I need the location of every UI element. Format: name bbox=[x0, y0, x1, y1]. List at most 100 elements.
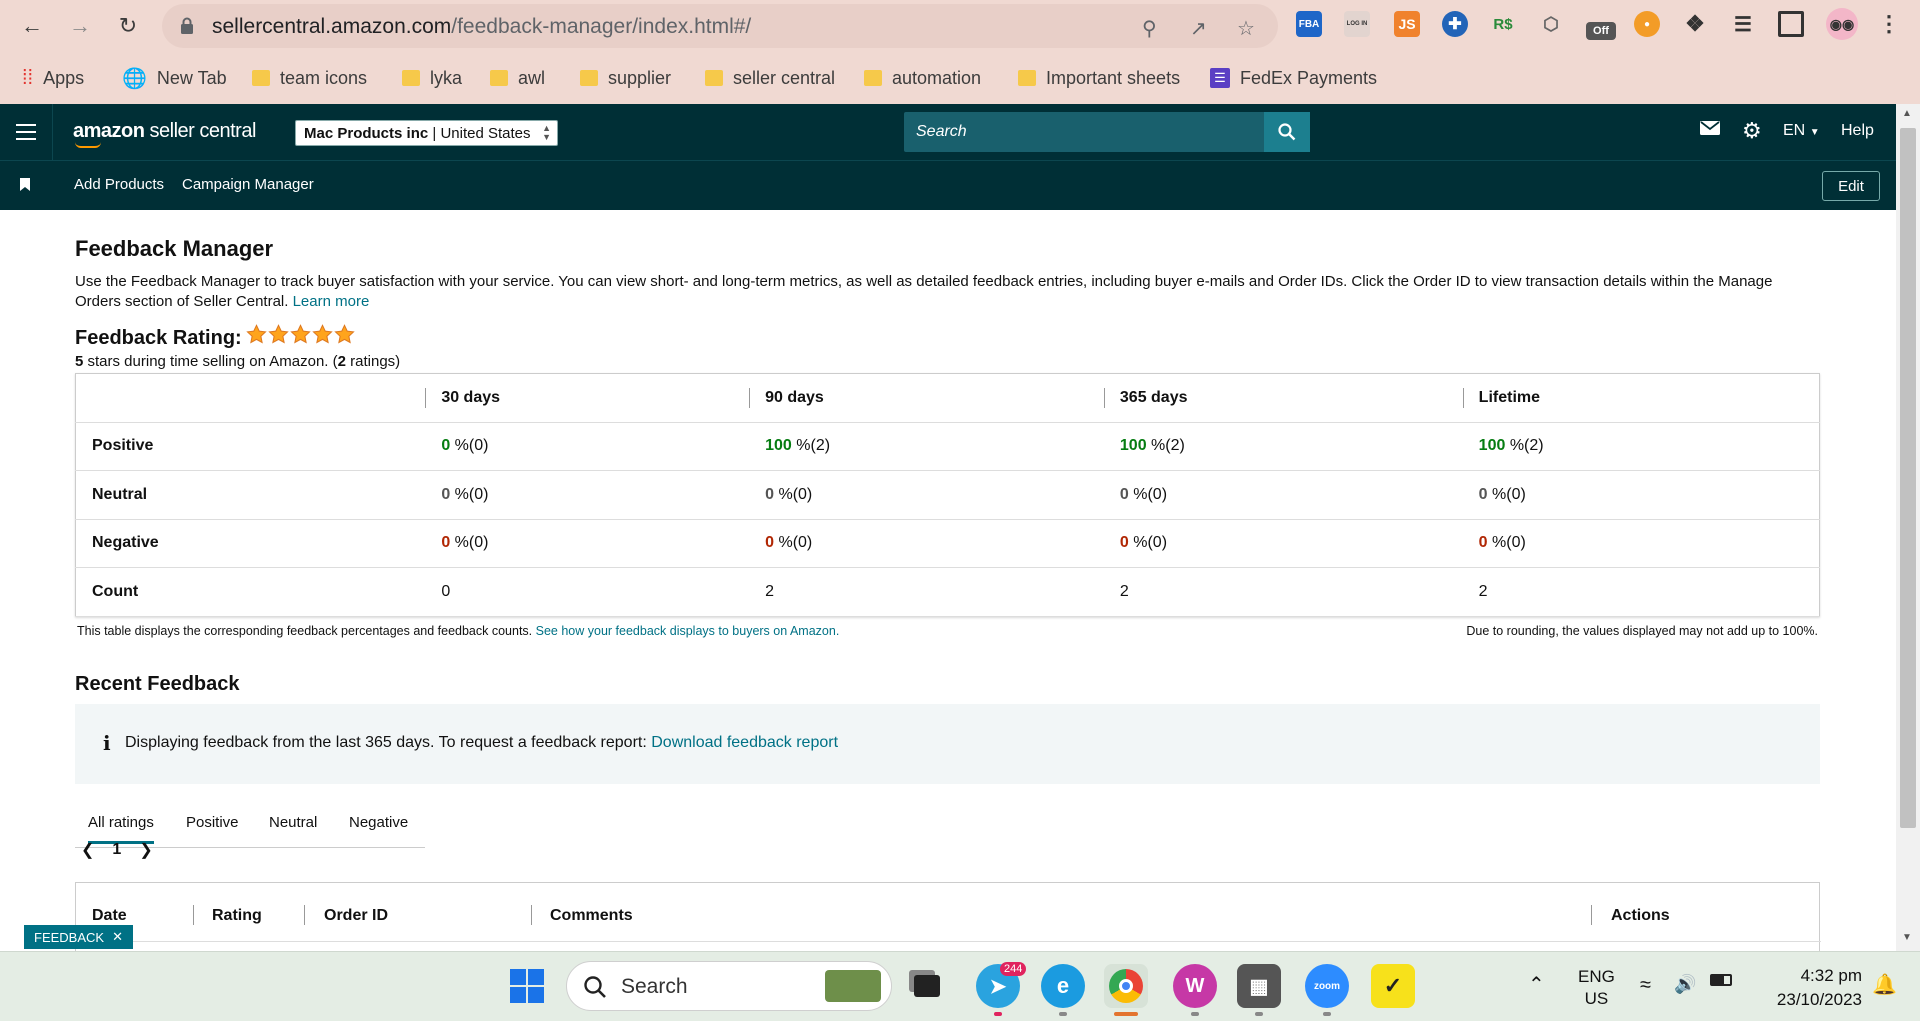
language-selector[interactable]: EN ▼ bbox=[1783, 122, 1820, 140]
off-extension-icon[interactable]: Off bbox=[1586, 22, 1616, 40]
language-indicator[interactable]: ENG US bbox=[1578, 966, 1615, 1010]
metric-cell: 0 %(0) bbox=[1103, 519, 1463, 568]
edge-browser-icon[interactable]: e bbox=[1041, 964, 1085, 1008]
wifi-icon[interactable]: ≈ bbox=[1640, 974, 1651, 997]
fba-extension-icon[interactable]: FBA bbox=[1296, 11, 1322, 37]
firefox-extension-icon[interactable]: ● bbox=[1634, 11, 1660, 37]
folder-icon bbox=[490, 70, 508, 86]
help-link[interactable]: Help bbox=[1841, 122, 1874, 140]
zoom-app-icon[interactable]: zoom bbox=[1305, 964, 1349, 1008]
tab-positive[interactable]: Positive bbox=[186, 814, 239, 831]
bookmark-automation[interactable]: automation bbox=[864, 66, 981, 90]
js-extension-icon[interactable]: JS bbox=[1394, 11, 1420, 37]
search-field[interactable]: Search bbox=[904, 112, 1310, 152]
calculator-icon[interactable]: ▦ bbox=[1237, 964, 1281, 1008]
account-switcher[interactable]: Mac Products inc | United States ▲ ▼ bbox=[295, 120, 558, 146]
url-text: sellercentral.amazon.com/feedback-manage… bbox=[212, 15, 751, 39]
edit-shortcuts-button[interactable]: Edit bbox=[1822, 171, 1880, 201]
extensions-puzzle-icon[interactable]: ❖ bbox=[1682, 11, 1708, 37]
cross-extension-icon[interactable]: ✚ bbox=[1442, 11, 1468, 37]
bookmark-star-icon[interactable]: ☆ bbox=[1237, 16, 1255, 41]
seller-central-header: amazon seller central Mac Products inc |… bbox=[0, 104, 1896, 160]
metric-value: %(0) bbox=[1487, 485, 1526, 503]
page-number[interactable]: 1 bbox=[112, 841, 121, 859]
bookmark-supplier[interactable]: supplier bbox=[580, 66, 671, 90]
share-icon[interactable]: ↗ bbox=[1190, 16, 1207, 41]
tray-expand-icon[interactable]: ⌃ bbox=[1528, 972, 1545, 997]
forward-arrow-icon[interactable]: → bbox=[64, 10, 96, 42]
lock-icon bbox=[181, 17, 193, 34]
metric-value: 2 bbox=[1478, 582, 1488, 600]
scroll-down-icon[interactable]: ▼ bbox=[1902, 932, 1912, 943]
column-actions[interactable]: Actions bbox=[1611, 907, 1670, 925]
browser-menu-icon[interactable]: ⋮ bbox=[1876, 11, 1902, 37]
tab-negative[interactable]: Negative bbox=[349, 814, 408, 831]
tab-neutral[interactable]: Neutral bbox=[269, 814, 317, 831]
column-comments[interactable]: Comments bbox=[550, 907, 633, 925]
rs-extension-icon[interactable]: R$ bbox=[1490, 11, 1516, 37]
search-button[interactable] bbox=[1264, 112, 1310, 152]
bookmark-new-tab[interactable]: 🌐 New Tab bbox=[122, 66, 227, 90]
shortcut-add-products[interactable]: Add Products bbox=[74, 176, 164, 193]
metric-cell: 0 %(0) bbox=[1103, 470, 1463, 520]
reading-list-icon[interactable]: ☰ bbox=[1730, 11, 1756, 37]
metric-cell: 100 %(2) bbox=[1462, 422, 1820, 471]
volume-icon[interactable]: 🔊 bbox=[1674, 974, 1696, 995]
login-extension-icon[interactable]: LOG IN bbox=[1344, 11, 1370, 37]
bookmark-seller-central[interactable]: seller central bbox=[705, 66, 835, 90]
apps-grid-icon: ⁞⁞ bbox=[22, 66, 34, 89]
page-scrollbar[interactable]: ▲ ▼ bbox=[1896, 104, 1920, 951]
metric-value: %(0) bbox=[1487, 534, 1526, 552]
bookmark-apps[interactable]: ⁞⁞ Apps bbox=[22, 66, 84, 90]
bookmark-team-icons[interactable]: team icons bbox=[252, 66, 367, 90]
task-view-icon[interactable] bbox=[905, 964, 949, 1008]
bookmark-important-sheets[interactable]: Important sheets bbox=[1018, 66, 1180, 90]
prev-page-icon[interactable]: ❮ bbox=[81, 840, 94, 860]
back-arrow-icon[interactable]: ← bbox=[16, 10, 48, 42]
metric-value: %(2) bbox=[1505, 437, 1544, 455]
address-bar[interactable]: sellercentral.amazon.com/feedback-manage… bbox=[162, 4, 1278, 48]
bookmark-ribbon-icon[interactable] bbox=[20, 178, 30, 196]
settings-gear-icon[interactable]: ⚙ bbox=[1742, 118, 1762, 144]
close-icon[interactable]: ✕ bbox=[112, 929, 123, 945]
column-rating[interactable]: Rating bbox=[212, 907, 262, 925]
zoom-icon[interactable]: ⚲ bbox=[1142, 16, 1157, 41]
sticky-notes-icon[interactable]: ✓ bbox=[1371, 964, 1415, 1008]
bookmark-fedex-payments[interactable]: ☰ FedEx Payments bbox=[1210, 66, 1377, 90]
bookmark-awl[interactable]: awl bbox=[490, 66, 545, 90]
folder-icon bbox=[1018, 70, 1036, 86]
scrollbar-thumb[interactable] bbox=[1900, 128, 1916, 828]
profile-avatar-icon[interactable]: ◉◉ bbox=[1826, 8, 1858, 40]
folder-icon bbox=[402, 70, 420, 86]
chrome-browser-icon[interactable] bbox=[1104, 964, 1148, 1008]
caret-down-icon: ▼ bbox=[1809, 127, 1820, 138]
feedback-display-link[interactable]: See how your feedback displays to buyers… bbox=[536, 624, 840, 638]
taskbar-search[interactable]: Search bbox=[566, 961, 892, 1011]
shortcut-campaign-manager[interactable]: Campaign Manager bbox=[182, 176, 314, 193]
side-panel-icon[interactable] bbox=[1778, 11, 1804, 37]
clock[interactable]: 4:32 pm 23/10/2023 bbox=[1752, 964, 1862, 1012]
feedback-tab-button[interactable]: FEEDBACK ✕ bbox=[24, 925, 133, 949]
feedback-metrics-table: 30 days 90 days 365 days Lifetime Positi… bbox=[75, 373, 1820, 617]
next-page-icon[interactable]: ❯ bbox=[139, 840, 152, 860]
wps-office-icon[interactable]: W bbox=[1173, 964, 1217, 1008]
learn-more-link[interactable]: Learn more bbox=[293, 293, 370, 310]
download-feedback-report-link[interactable]: Download feedback report bbox=[651, 734, 838, 751]
notification-bell-icon[interactable]: 🔔 bbox=[1872, 972, 1897, 997]
scroll-up-icon[interactable]: ▲ bbox=[1902, 108, 1912, 119]
info-icon: i bbox=[103, 731, 111, 755]
reload-icon[interactable]: ↻ bbox=[112, 10, 144, 42]
column-date[interactable]: Date bbox=[92, 907, 127, 925]
column-order-id[interactable]: Order ID bbox=[324, 907, 388, 925]
bookmark-lyka[interactable]: lyka bbox=[402, 66, 462, 90]
table-header-90-days: 90 days bbox=[749, 373, 1104, 423]
battery-icon[interactable] bbox=[1710, 974, 1732, 986]
taskbar-search-placeholder: Search bbox=[621, 975, 688, 998]
metric-percent: 0 bbox=[1119, 485, 1129, 503]
mail-icon[interactable] bbox=[1700, 120, 1720, 141]
windows-start-icon[interactable] bbox=[505, 964, 549, 1008]
hamburger-menu-icon[interactable] bbox=[16, 124, 36, 140]
windows-taskbar: Search ➤ 244 e W ▦ zoom ✓ ⌃ ENG US ≈ 🔊 4:… bbox=[0, 951, 1920, 1021]
hexagon-extension-icon[interactable]: ⬡ bbox=[1538, 11, 1564, 37]
amazon-seller-central-logo[interactable]: amazon seller central bbox=[73, 120, 256, 148]
